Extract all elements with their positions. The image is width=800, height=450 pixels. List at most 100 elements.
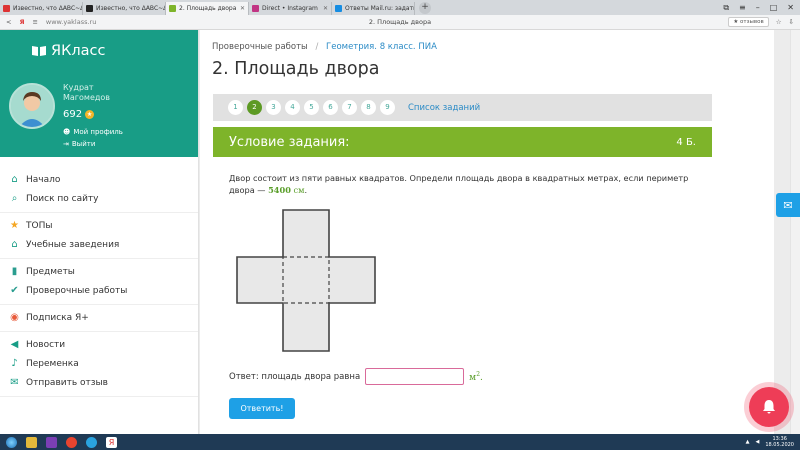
sidebar-item-label: Переменка: [26, 358, 79, 369]
volume-icon[interactable]: ◀: [756, 439, 760, 445]
nav-group: ▮ Предметы ✔ Проверочные работы: [0, 259, 198, 305]
sidebar-item[interactable]: ♪ Переменка: [0, 354, 198, 373]
page-button[interactable]: 8: [361, 100, 376, 115]
sidebar-item-label: Отправить отзыв: [26, 377, 108, 388]
sidebar-item[interactable]: ▮ Предметы: [0, 262, 198, 281]
sidebar-item[interactable]: ✔ Проверочные работы: [0, 281, 198, 300]
network-icon[interactable]: ▲: [746, 439, 750, 445]
maximize-button[interactable]: □: [770, 3, 778, 13]
sidebar-item[interactable]: ◀ Новости: [0, 335, 198, 354]
page-button[interactable]: 4: [285, 100, 300, 115]
close-window-button[interactable]: ✕: [787, 3, 794, 13]
avatar[interactable]: [9, 83, 55, 129]
browser-tab[interactable]: Известно, что ΔABC~ΔA'B✕: [0, 2, 83, 15]
task-text: Двор состоит из пяти равных квадратов. О…: [229, 173, 689, 195]
task-pager: 1 2 3 4 5 6 7 8 9 Список заданий: [213, 94, 712, 121]
yaklass-logo[interactable]: ЯКласс: [31, 43, 105, 59]
browser-tab[interactable]: Ответы Mail.ru: задать✕: [332, 2, 415, 15]
sidebar-item[interactable]: ★ ТОПы: [0, 216, 198, 235]
sidebar-item-label: Новости: [26, 339, 66, 350]
sidebar-item-label: Предметы: [26, 266, 75, 277]
nav-group: ★ ТОПы ⌂ Учебные заведения: [0, 213, 198, 259]
system-tray: ▲ ◀ 13:36 18.05.2020: [746, 436, 800, 448]
perimeter-unit: см: [293, 185, 305, 195]
page-button[interactable]: 5: [304, 100, 319, 115]
notification-bell-button[interactable]: [749, 387, 789, 427]
bell-icon: ♪: [11, 358, 18, 369]
sidebar-item[interactable]: ⌂ Начало: [0, 170, 198, 189]
page-button[interactable]: 7: [342, 100, 357, 115]
tab-favicon-icon: [86, 5, 93, 12]
star-icon: ★: [85, 110, 95, 119]
browser-tab[interactable]: Известно, что ΔABC~ΔA'B✕: [83, 2, 166, 15]
window-controls: ⧉ ≡ – □ ✕: [723, 3, 800, 13]
perimeter-value: 5400: [268, 185, 291, 195]
user-name: Кудрат Магомедов: [63, 83, 110, 102]
menu-icon[interactable]: ≡: [739, 3, 746, 13]
submit-button[interactable]: Ответить!: [229, 398, 295, 419]
home-icon: ⌂: [11, 174, 18, 185]
chat-icon[interactable]: ✉: [776, 193, 800, 217]
folder-icon[interactable]: [26, 436, 37, 448]
page-button[interactable]: 3: [266, 100, 281, 115]
user-icon: ☻: [63, 128, 71, 136]
tab-favicon-icon: [169, 5, 176, 12]
page-title-bar: 2. Площадь двора: [368, 18, 432, 26]
reviews-badge[interactable]: ★ отзывов: [728, 17, 769, 27]
page-button[interactable]: 1: [228, 100, 243, 115]
nav-group: ◀ Новости ♪ Переменка ✉ Отправить отзыв: [0, 332, 198, 397]
answer-row: Ответ: площадь двора равна м2.: [229, 368, 483, 385]
page-button[interactable]: 6: [323, 100, 338, 115]
logo-text: ЯКласс: [51, 43, 106, 59]
new-tab-button[interactable]: +: [419, 1, 431, 14]
nav-group: ⌂ Начало ⌕ Поиск по сайту: [0, 167, 198, 213]
page-button[interactable]: 9: [380, 100, 395, 115]
sidebar-item-label: Начало: [26, 174, 61, 185]
yandex-icon[interactable]: Я: [19, 18, 24, 26]
answer-label: Ответ: площадь двора равна: [229, 371, 361, 382]
task-list-link[interactable]: Список заданий: [408, 103, 480, 113]
start-button[interactable]: [6, 436, 17, 448]
telegram-icon[interactable]: [86, 436, 97, 448]
megaphone-icon: ◀: [10, 339, 19, 350]
tab-favicon-icon: [252, 5, 259, 12]
sidebar-item[interactable]: ⌕ Поиск по сайту: [0, 189, 198, 208]
tab-list: Известно, что ΔABC~ΔA'B✕Известно, что ΔA…: [0, 0, 415, 15]
breadcrumb: Проверочные работы / Геометрия. 8 класс.…: [212, 42, 437, 52]
browser-tab[interactable]: 2. Площадь двора ✕: [166, 2, 249, 15]
page-scrollbar[interactable]: [790, 30, 800, 434]
menu-icon[interactable]: ≡: [32, 18, 37, 26]
books-icon: ▮: [11, 266, 18, 277]
bell-icon: [763, 400, 775, 414]
sidebar-item[interactable]: ⌂ Учебные заведения: [0, 235, 198, 254]
back-icon[interactable]: <: [6, 18, 11, 26]
download-icon[interactable]: ⇩: [789, 18, 794, 26]
answer-input[interactable]: [365, 368, 465, 385]
browser-tab-bar: Известно, что ΔABC~ΔA'B✕Известно, что ΔA…: [0, 0, 800, 15]
profile-link[interactable]: ☻ Мой профиль: [63, 128, 123, 136]
bookmarks-icon[interactable]: ⧉: [723, 3, 729, 13]
tab-close-icon[interactable]: ✕: [323, 5, 328, 12]
media-app-icon[interactable]: [46, 436, 57, 448]
tab-label: Ответы Mail.ru: задать: [345, 5, 415, 12]
sidebar-item[interactable]: ✉ Отправить отзыв: [0, 373, 198, 392]
minimize-button[interactable]: –: [756, 3, 760, 13]
tab-favicon-icon: [3, 5, 10, 12]
tab-close-icon[interactable]: ✕: [240, 5, 245, 12]
yandex-browser-icon[interactable]: Я: [106, 436, 117, 448]
breadcrumb-current[interactable]: Геометрия. 8 класс. ПИА: [326, 42, 437, 52]
cross-figure: [236, 209, 376, 352]
star-icon: ★: [10, 220, 19, 231]
breadcrumb-root[interactable]: Проверочные работы: [212, 42, 308, 52]
page-button[interactable]: 2: [247, 100, 262, 115]
clock[interactable]: 13:36 18.05.2020: [765, 436, 794, 448]
opera-icon[interactable]: [66, 436, 77, 448]
url-field[interactable]: www.yaklass.ru: [46, 18, 96, 26]
bookmark-icon[interactable]: ☆: [776, 18, 782, 26]
browser-tab[interactable]: Direct • Instagram ✕: [249, 2, 332, 15]
sidebar-nav: ⌂ Начало ⌕ Поиск по сайту ★ ТОПы ⌂ Учебные заве…: [0, 157, 198, 397]
answer-unit: м2.: [469, 370, 483, 383]
logout-link[interactable]: ⇥ Выйти: [63, 140, 95, 148]
sidebar-item[interactable]: ◉ Подписка Я+: [0, 308, 198, 327]
sidebar-header: ЯКласс Кудрат Магомедов 692 ★ ☻ Мой проф…: [0, 30, 198, 157]
